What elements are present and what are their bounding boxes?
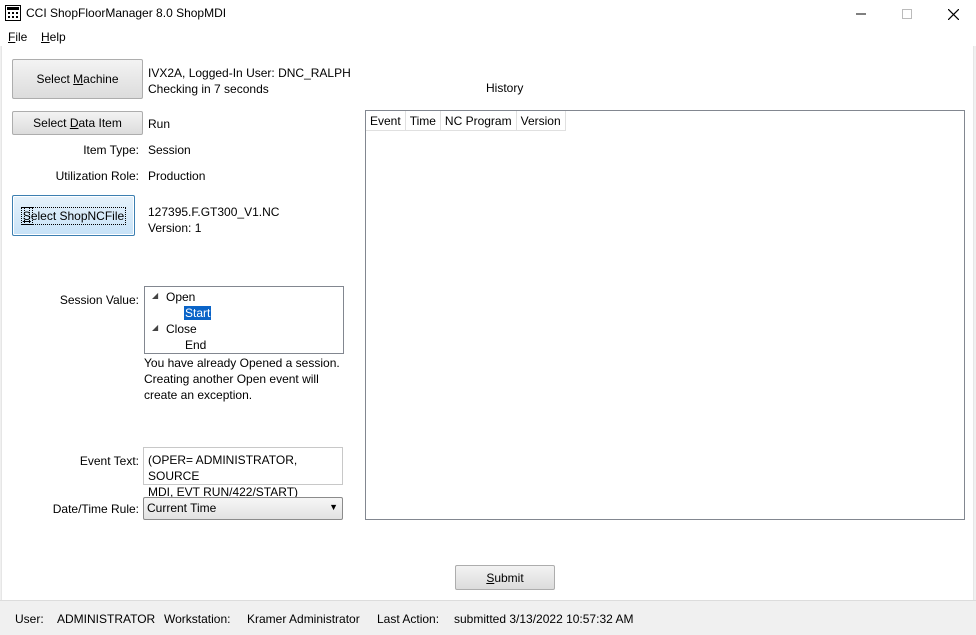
data-item-value: Run — [148, 117, 171, 131]
history-title: History — [486, 81, 524, 95]
shopncfile-name: 127395.F.GT300_V1.NC — [148, 205, 280, 219]
utilization-role-label: Utilization Role: — [55, 169, 139, 183]
tree-node-open[interactable]: Open — [166, 289, 195, 305]
title-bar: CCI ShopFloorManager 8.0 ShopMDI — [0, 0, 976, 28]
status-last-action-value: submitted 3/13/2022 10:57:32 AM — [454, 612, 634, 626]
item-type-label: Item Type: — [83, 143, 139, 157]
submit-button[interactable]: Submit — [455, 565, 555, 590]
event-text-field[interactable]: (OPER= ADMINISTRATOR, SOURCE MDI, EVT RU… — [143, 447, 343, 499]
tree-node-start[interactable]: Start — [184, 305, 212, 321]
status-workstation-value: Kramer Administrator — [247, 612, 360, 626]
tree-node-close[interactable]: Close — [166, 321, 197, 337]
minimize-icon — [856, 13, 866, 15]
column-header-time[interactable]: Time — [405, 111, 441, 131]
select-machine-button[interactable]: Select Machine — [12, 59, 143, 99]
datetime-rule-value: Current Time — [147, 501, 217, 515]
column-header-version[interactable]: Version — [516, 111, 566, 131]
expand-triangle-icon[interactable]: ◢ — [152, 323, 158, 332]
datetime-rule-label: Date/Time Rule: — [52, 502, 139, 516]
close-icon — [947, 8, 959, 20]
column-header-nc-program[interactable]: NC Program — [440, 111, 517, 131]
menu-file[interactable]: File — [8, 30, 27, 44]
select-shopncfile-button[interactable]: Select ShopNCFile — [12, 195, 135, 236]
shopncfile-info: 127395.F.GT300_V1.NC Version: 1 — [148, 204, 279, 236]
session-tree[interactable]: ◢ Open Start ◢ Close End — [144, 286, 344, 354]
menu-help[interactable]: Help — [41, 30, 66, 44]
datetime-rule-select[interactable]: Current Time ▼ — [143, 497, 343, 520]
item-type-value: Session — [148, 143, 191, 157]
history-header: Event Time NC Program Version — [366, 111, 566, 131]
select-data-item-button[interactable]: Select Data Item — [12, 111, 143, 135]
maximize-icon — [902, 9, 912, 19]
maximize-button[interactable] — [884, 0, 930, 28]
app-icon — [5, 5, 21, 21]
utilization-role-value: Production — [148, 169, 206, 183]
tree-node-end[interactable]: End — [185, 337, 206, 353]
column-header-event[interactable]: Event — [366, 111, 406, 131]
status-bar: User: ADMINISTRATOR Workstation: Kramer … — [0, 600, 976, 635]
history-grid[interactable]: Event Time NC Program Version — [365, 110, 965, 520]
menu-bar: File Help — [0, 28, 976, 46]
event-text-label: Event Text: — [79, 454, 139, 468]
close-button[interactable] — [930, 0, 976, 28]
minimize-button[interactable] — [838, 0, 884, 28]
machine-status: IVX2A, Logged-In User: DNC_RALPH Checkin… — [148, 66, 351, 96]
chevron-down-icon: ▼ — [329, 502, 338, 512]
status-last-action-label: Last Action: — [377, 612, 440, 626]
status-user-label: User: — [15, 612, 44, 626]
status-user-value: ADMINISTRATOR — [57, 612, 156, 626]
session-warning: You have already Opened a session. Creat… — [144, 356, 340, 402]
expand-triangle-icon[interactable]: ◢ — [152, 291, 158, 300]
window-title: CCI ShopFloorManager 8.0 ShopMDI — [26, 6, 227, 20]
status-workstation-label: Workstation: — [164, 612, 231, 626]
shopncfile-version: Version: 1 — [148, 221, 202, 235]
session-value-label: Session Value: — [59, 293, 139, 307]
